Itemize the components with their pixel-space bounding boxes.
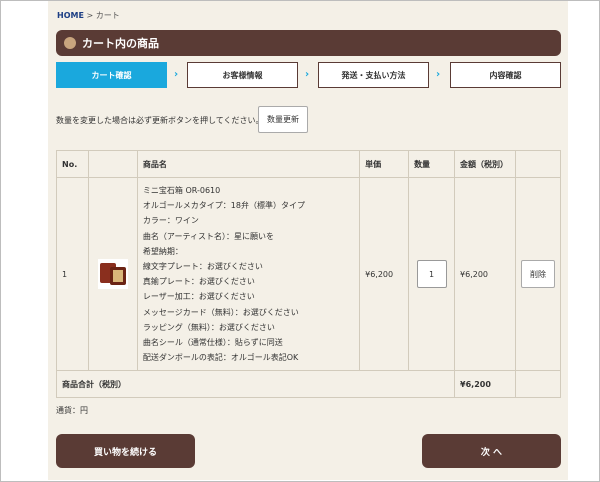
header-actions [515, 150, 561, 178]
product-option: カラー：ワイン [142, 216, 199, 226]
line-amount: ¥6,200 [454, 176, 516, 372]
product-image-cell [87, 176, 138, 372]
header-product-name: 商品名 [136, 150, 361, 178]
total-label: 商品合計（税別） [55, 370, 456, 399]
breadcrumb-separator: > [83, 11, 96, 20]
continue-shopping-button[interactable]: 買い物を続ける [56, 434, 195, 468]
total-empty-cell [515, 370, 561, 399]
total-value: ¥6,200 [454, 370, 516, 399]
page-title-bar: カート内の商品 [56, 30, 561, 56]
cart-table: No. 商品名 単価 数量 金額（税別） 1 ミニ宝石箱 OR-0610 オルゴ… [55, 150, 561, 399]
circle-bullet-icon [64, 37, 76, 49]
breadcrumb-current: カート [95, 11, 120, 20]
update-quantity-button[interactable]: 数量更新 [258, 106, 308, 133]
quantity-cell [408, 176, 456, 372]
quantity-input[interactable] [416, 260, 447, 289]
chevron-right-icon: › [305, 69, 310, 80]
product-option: 真鍮プレート：お選びください [142, 277, 255, 287]
product-option: メッセージカード（無料）：お選びください [142, 307, 299, 317]
actions-cell: 削除 [515, 176, 561, 372]
breadcrumb: HOME > カート [57, 10, 120, 21]
total-row: 商品合計（税別） ¥6,200 [55, 370, 561, 399]
header-no: No. [56, 150, 89, 178]
checkout-steps: カート確認 › お客様情報 › 発送・支払い方法 › 内容確認 [56, 62, 561, 88]
header-price: 単価 [359, 150, 410, 178]
unit-price: ¥6,200 [359, 176, 410, 372]
step-cart-confirm: カート確認 [56, 62, 167, 88]
quantity-notice: 数量を変更した場合は必ず更新ボタンを押してください。 [56, 116, 264, 125]
product-option: ラッピング（無料）：お選びください [142, 322, 275, 332]
product-option: 配送ダンボールの表記：オルゴール表記OK [142, 353, 299, 363]
chevron-right-icon: › [436, 69, 441, 80]
header-amount: 金額（税別） [454, 150, 516, 178]
page-title: カート内の商品 [82, 37, 159, 50]
row-number: 1 [56, 176, 89, 372]
product-option: 希望納期： [142, 246, 183, 256]
product-option: 線文字プレート：お選びください [142, 262, 263, 272]
step-customer-info: お客様情報 [187, 62, 298, 88]
step-order-review: 内容確認 [450, 62, 561, 88]
table-header-row: No. 商品名 単価 数量 金額（税別） [56, 150, 561, 178]
product-option: オルゴールメカタイプ：18弁（標準）タイプ [142, 201, 305, 211]
product-option: 曲名シール（通常仕様）：貼らずに同送 [142, 338, 283, 348]
currency-note: 通貨：円 [56, 406, 88, 415]
header-quantity: 数量 [408, 150, 456, 178]
product-details: ミニ宝石箱 OR-0610 オルゴールメカタイプ：18弁（標準）タイプ カラー：… [136, 176, 361, 372]
delete-button[interactable]: 削除 [521, 260, 555, 289]
product-option: レーザー加工：お選びください [142, 292, 255, 302]
breadcrumb-home-link[interactable]: HOME [57, 11, 84, 20]
next-button[interactable]: 次 へ [422, 434, 561, 468]
chevron-right-icon: › [174, 69, 179, 80]
header-image [87, 150, 138, 178]
product-name-link[interactable]: ミニ宝石箱 OR-0610 [143, 183, 354, 198]
product-thumbnail[interactable] [97, 259, 128, 290]
product-option: 曲名（アーティスト名）：星に願いを [142, 231, 274, 241]
step-shipping-payment: 発送・支払い方法 [318, 62, 429, 88]
table-row: 1 ミニ宝石箱 OR-0610 オルゴールメカタイプ：18弁（標準）タイプ カラ… [56, 176, 561, 372]
